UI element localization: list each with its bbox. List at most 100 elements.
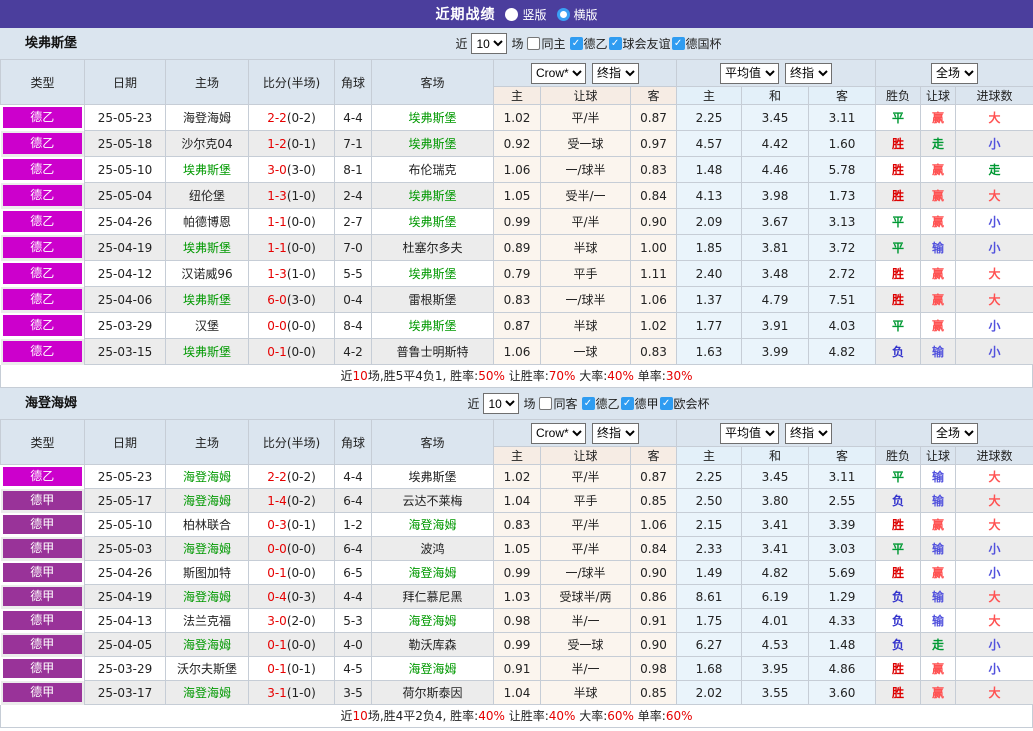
- league-badge: 德乙: [2, 211, 82, 232]
- league-filter[interactable]: ✓ 球会友谊: [608, 35, 671, 52]
- games-count-select[interactable]: 10: [471, 33, 508, 54]
- column-header-corner: 角球: [334, 419, 372, 465]
- subheader-handicap-home: 主: [493, 86, 541, 105]
- league-check-label[interactable]: 欧会杯: [674, 395, 710, 412]
- layout-radio-vertical[interactable]: 竖版: [505, 6, 547, 23]
- home-team: 沙尔克04: [165, 130, 249, 157]
- league-check-label[interactable]: 德甲: [635, 395, 659, 412]
- corner-score: 5-5: [334, 260, 372, 287]
- same-venue-filter[interactable]: 同主: [527, 35, 566, 52]
- result-group-header: 全场: [875, 419, 1033, 447]
- away-team: 荷尔斯泰因: [371, 680, 494, 705]
- result-goals: 大: [955, 584, 1033, 609]
- match-date: 25-03-29: [84, 656, 166, 681]
- league-check-label[interactable]: 德乙: [596, 395, 620, 412]
- final-odds-select[interactable]: 终指: [592, 62, 639, 84]
- handicap-away-odds: 0.85: [630, 680, 677, 705]
- checkbox-checked-icon[interactable]: ✓: [608, 37, 622, 50]
- checkbox-unchecked-icon[interactable]: [539, 397, 553, 410]
- checkbox-checked-icon[interactable]: ✓: [581, 397, 595, 410]
- final-odds-select-2[interactable]: 终指: [785, 422, 832, 444]
- same-venue-label[interactable]: 同客: [553, 395, 577, 412]
- result-goals: 小: [955, 656, 1033, 681]
- fulltime-score: 0-4: [267, 589, 287, 604]
- league-badge-cell: 德甲: [0, 536, 85, 561]
- home-team-name: 埃弗斯堡: [182, 293, 231, 307]
- avg-home-odds: 2.15: [676, 512, 742, 537]
- league-check-label[interactable]: 德国杯: [686, 35, 722, 52]
- score: 1-4(0-2): [248, 488, 335, 513]
- avg-draw-odds: 3.95: [741, 656, 809, 681]
- handicap-away-odds: 0.84: [630, 182, 677, 209]
- league-filter[interactable]: ✓ 德国杯: [671, 35, 722, 52]
- checkbox-checked-icon[interactable]: ✓: [620, 397, 634, 410]
- halftime-score: (0-0): [286, 637, 316, 652]
- avg-away-odds: 4.86: [807, 656, 877, 681]
- match-filter: 近 10 场 同客 ✓ 德乙 ✓ 德甲 ✓ 欧会杯: [467, 393, 710, 414]
- fulltime-score: 0-1: [267, 661, 287, 676]
- subheader-handicap-away: 客: [630, 86, 677, 105]
- radio-selected-icon[interactable]: [505, 7, 519, 21]
- same-venue-label[interactable]: 同主: [541, 35, 565, 52]
- average-odds-select[interactable]: 平均值: [720, 62, 779, 84]
- avg-home-odds: 2.50: [676, 488, 742, 513]
- bookmaker-select[interactable]: Crow*: [531, 62, 586, 84]
- full-match-select[interactable]: 全场: [931, 422, 979, 444]
- avg-away-odds: 2.72: [807, 260, 877, 287]
- match-date: 25-04-19: [84, 584, 166, 609]
- corner-score: 7-0: [334, 234, 372, 261]
- league-badge-cell: 德甲: [0, 488, 85, 513]
- handicap-line: 平手: [540, 260, 631, 287]
- match-row: 德甲 25-05-03 海登海姆 0-0(0-0) 6-4 波鸿 1.05 平/半 0.84 2.…: [0, 536, 1033, 561]
- result-goals: 小: [955, 312, 1033, 339]
- result-goals: 大: [955, 680, 1033, 705]
- subheader-result-goals: 进球数: [955, 446, 1033, 465]
- home-team: 帕德博恩: [165, 208, 249, 235]
- league-filter[interactable]: ✓ 欧会杯: [659, 395, 710, 412]
- avg-draw-odds: 4.46: [741, 156, 809, 183]
- away-team-name: 普鲁士明斯特: [396, 345, 469, 359]
- league-check-label[interactable]: 德乙: [584, 35, 608, 52]
- layout-radio-horizontal[interactable]: 横版: [556, 6, 598, 23]
- final-odds-select[interactable]: 终指: [592, 422, 639, 444]
- home-team: 柏林联合: [165, 512, 249, 537]
- checkbox-checked-icon[interactable]: ✓: [671, 37, 685, 50]
- result-outcome: 平: [875, 104, 922, 131]
- radio-vertical-label[interactable]: 竖版: [522, 6, 546, 23]
- checkbox-checked-icon[interactable]: ✓: [569, 37, 583, 50]
- match-row: 德甲 25-03-17 海登海姆 3-1(1-0) 3-5 荷尔斯泰因 1.04 半球 0.85…: [0, 680, 1033, 705]
- games-count-select[interactable]: 10: [483, 393, 520, 414]
- result-handicap: 赢: [920, 680, 957, 705]
- radio-horizontal-label[interactable]: 横版: [574, 6, 598, 23]
- radio-unselected-icon[interactable]: [556, 7, 570, 21]
- away-team: 海登海姆: [371, 512, 494, 537]
- league-badge: 德乙: [2, 341, 82, 362]
- filter-games-label: 场: [523, 397, 536, 411]
- results-table: 类型 日期 主场 比分(半场) 角球 客场 Crow* 终指 平均值 终指 全场…: [0, 419, 1033, 705]
- match-row: 德甲 25-04-05 海登海姆 0-1(0-0) 4-0 勒沃库森 0.99 受一球 0.90…: [0, 632, 1033, 657]
- checkbox-checked-icon[interactable]: ✓: [659, 397, 673, 410]
- halftime-score: (0-0): [286, 565, 316, 580]
- league-check-label[interactable]: 球会友谊: [623, 35, 671, 52]
- average-odds-select[interactable]: 平均值: [720, 422, 779, 444]
- checkbox-unchecked-icon[interactable]: [527, 37, 541, 50]
- league-filter[interactable]: ✓ 德甲: [620, 395, 659, 412]
- corner-score: 8-1: [334, 156, 372, 183]
- result-handicap: 输: [920, 464, 957, 489]
- away-team-name: 埃弗斯堡: [408, 470, 457, 484]
- league-badge-cell: 德乙: [0, 208, 85, 235]
- home-team-name: 海登海姆: [182, 470, 231, 484]
- match-row: 德甲 25-03-29 沃尔夫斯堡 0-1(0-1) 4-5 海登海姆 0.91 半/一 0.9…: [0, 656, 1033, 681]
- handicap-away-odds: 1.11: [630, 260, 677, 287]
- final-odds-select-2[interactable]: 终指: [785, 62, 832, 84]
- column-header-home: 主场: [165, 419, 249, 465]
- full-match-select[interactable]: 全场: [931, 62, 979, 84]
- bookmaker-select[interactable]: Crow*: [531, 422, 586, 444]
- league-filter[interactable]: ✓ 德乙: [581, 395, 620, 412]
- same-venue-filter[interactable]: 同客: [539, 395, 578, 412]
- away-team: 埃弗斯堡: [371, 130, 494, 157]
- league-badge: 德甲: [2, 683, 82, 702]
- away-team-name: 海登海姆: [408, 566, 457, 580]
- handicap-home-odds: 1.05: [493, 536, 541, 561]
- league-filter[interactable]: ✓ 德乙: [569, 35, 608, 52]
